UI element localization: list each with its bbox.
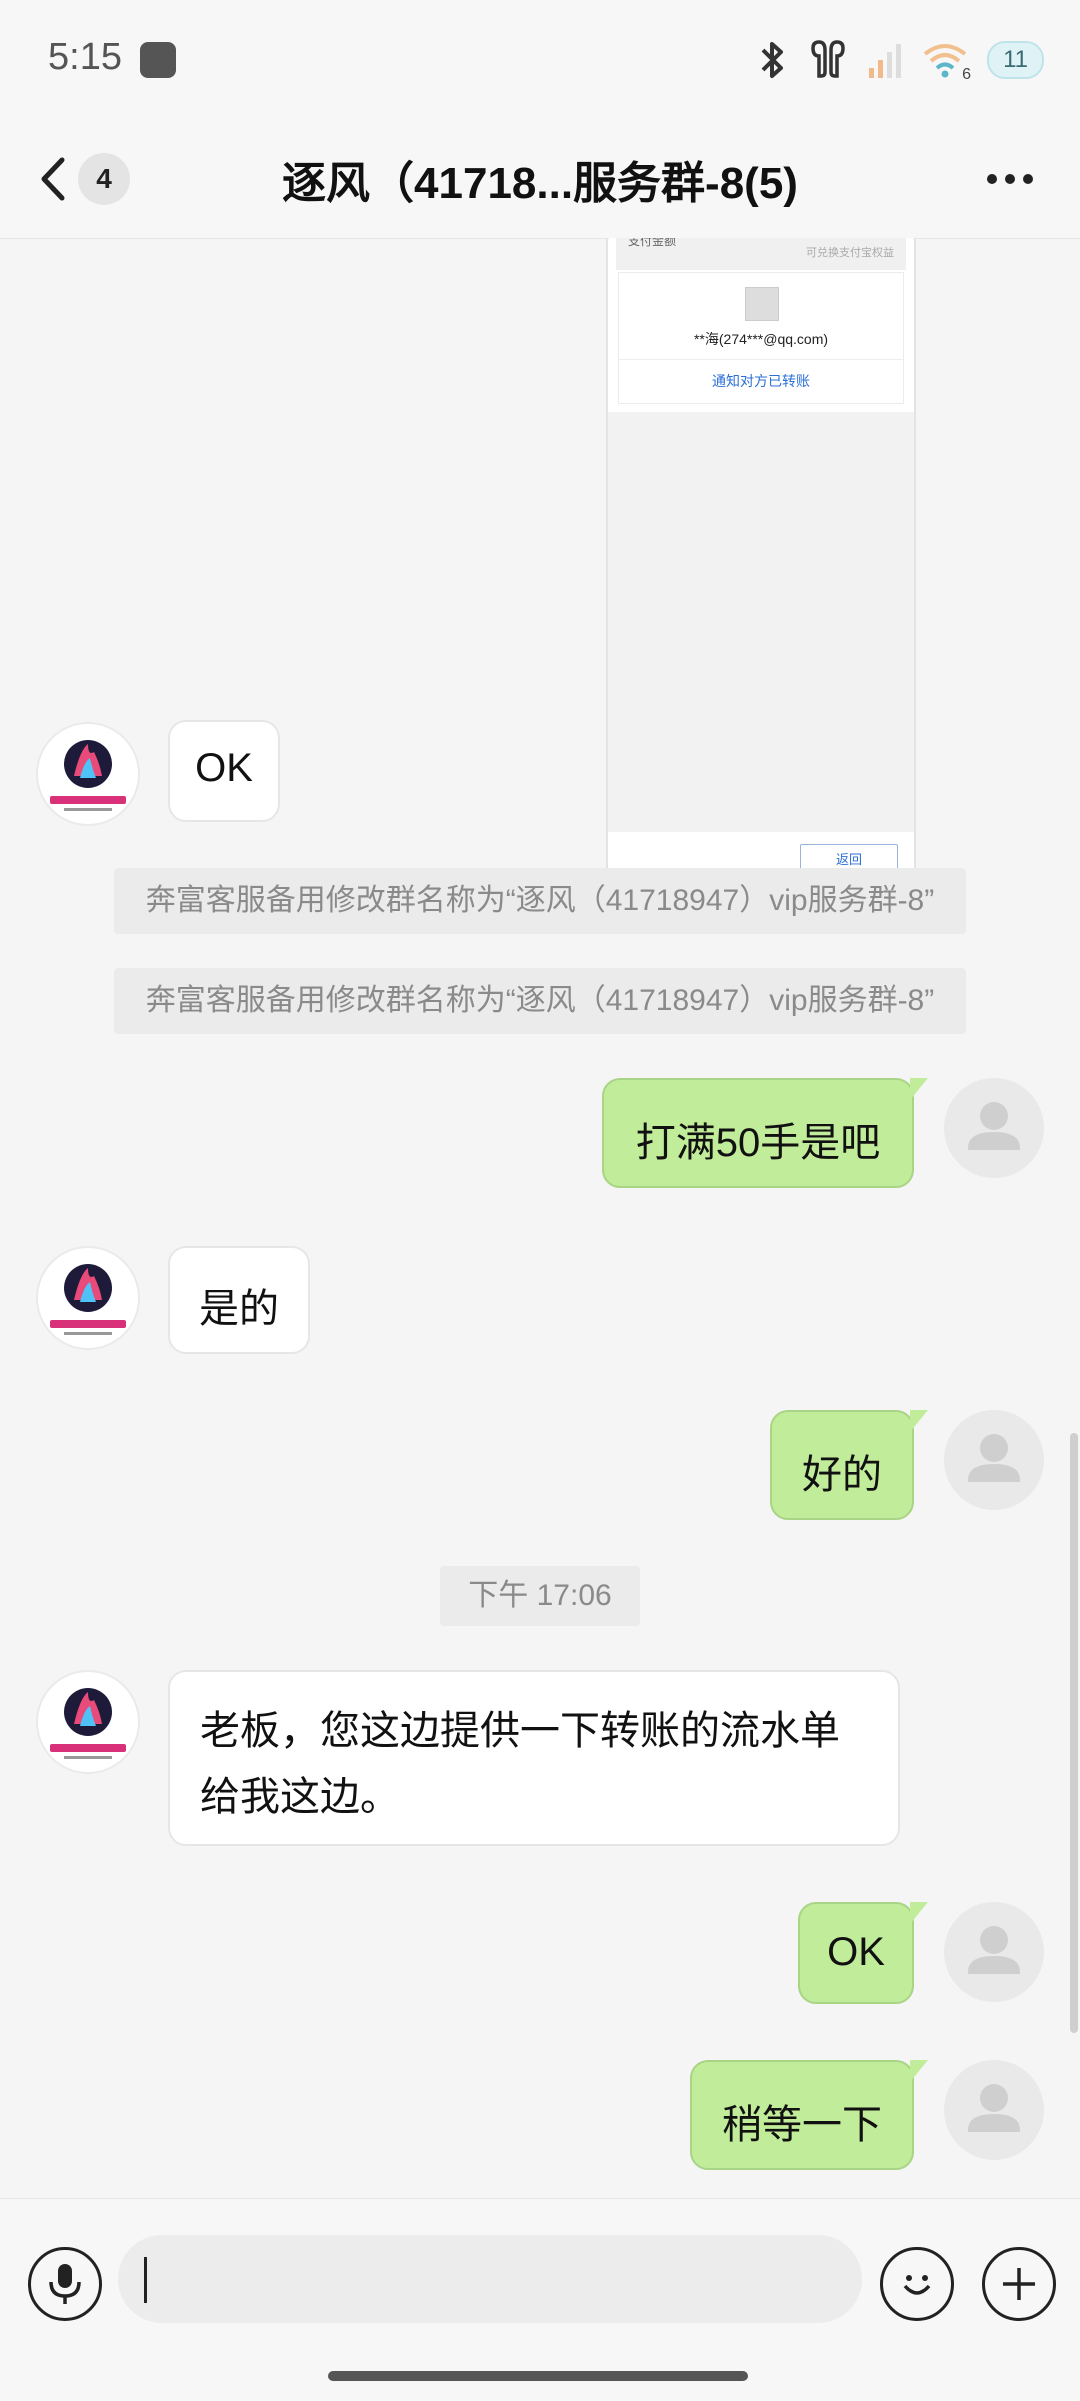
- club-logo-icon: [50, 740, 126, 811]
- image-top-left-text: 支付金额: [628, 238, 677, 248]
- home-indicator[interactable]: [328, 2371, 748, 2381]
- more-options-button[interactable]: [980, 154, 1040, 204]
- microphone-icon: [49, 2264, 81, 2304]
- image-top-section: 支付金额 可兑换支付宝权益: [616, 238, 906, 270]
- message-bubble[interactable]: OK: [798, 1902, 928, 2004]
- status-icons: 6 11: [755, 34, 1044, 86]
- avatar[interactable]: [36, 1670, 140, 1774]
- message-text: 是的: [199, 1287, 279, 1331]
- message-bubble[interactable]: 好的: [770, 1410, 928, 1520]
- message-bubble[interactable]: 老板，您这边提供一下转账的流水单给我这边。: [168, 1670, 900, 1846]
- message-bubble[interactable]: 是的: [168, 1246, 310, 1354]
- message-input[interactable]: [118, 2235, 862, 2323]
- user-avatar-icon: [968, 2084, 1020, 2132]
- avatar[interactable]: [944, 1902, 1044, 2002]
- avatar[interactable]: [36, 722, 140, 826]
- input-bar: [0, 2198, 1080, 2401]
- add-button[interactable]: [982, 2247, 1056, 2321]
- message-text: 老板，您这边提供一下转账的流水单给我这边。: [200, 1709, 840, 1819]
- message-text: 稍等一下: [722, 2103, 882, 2147]
- earbuds-icon: [811, 40, 845, 78]
- signal-icon: [869, 44, 902, 78]
- image-transfer-card: **海(274***@qq.com) 通知对方已转账: [618, 272, 904, 404]
- image-email-text: **海(274***@qq.com): [693, 331, 829, 347]
- chat-title: 逐风（41718...服务群-8(5): [282, 159, 798, 208]
- message-bubble[interactable]: OK: [168, 720, 280, 822]
- system-notice: 奔富客服备用修改群名称为“逐风（41718947）vip服务群-8”: [114, 868, 966, 934]
- plus-icon: [1003, 2268, 1035, 2300]
- message-text: 好的: [802, 1453, 882, 1497]
- image-divider: [619, 359, 903, 360]
- user-avatar-icon: [968, 1102, 1020, 1150]
- chat-header: 4 逐风（41718...服务群-8(5): [0, 120, 1080, 239]
- chat-message-list[interactable]: 支付金额 可兑换支付宝权益 **海(274***@qq.com) 通知对方已转账…: [0, 238, 1080, 2198]
- back-arrow-icon: [41, 157, 65, 201]
- message-bubble[interactable]: 打满50手是吧: [602, 1078, 928, 1188]
- network-label: 6: [962, 66, 972, 83]
- image-gray-area: [608, 412, 914, 832]
- user-avatar-icon: [968, 1434, 1020, 1482]
- image-top-right-text: 可兑换支付宝权益: [806, 247, 894, 259]
- image-message[interactable]: 支付金额 可兑换支付宝权益 **海(274***@qq.com) 通知对方已转账…: [606, 238, 916, 902]
- wifi-icon: 6: [921, 40, 971, 83]
- text-caret: [144, 2257, 147, 2303]
- message-text: OK: [827, 1930, 885, 1974]
- message-text: OK: [195, 746, 253, 790]
- battery-indicator: 11: [987, 41, 1044, 79]
- user-avatar-icon: [968, 1926, 1020, 1974]
- message-bubble[interactable]: 稍等一下: [690, 2060, 928, 2170]
- message-text: 打满50手是吧: [635, 1121, 881, 1165]
- bluetooth-icon: [761, 42, 784, 78]
- club-logo-icon: [50, 1264, 126, 1335]
- avatar[interactable]: [36, 1246, 140, 1350]
- more-dots-icon: [987, 174, 1033, 184]
- emoji-icon: [903, 2275, 931, 2295]
- image-thumbnail: [745, 287, 779, 321]
- avatar[interactable]: [944, 1078, 1044, 1178]
- status-bar: 5:15 6 11: [0, 0, 1080, 120]
- voice-button[interactable]: [28, 2247, 102, 2321]
- avatar[interactable]: [944, 1410, 1044, 1510]
- image-notify-link: 通知对方已转账: [712, 373, 810, 389]
- time-separator: 下午 17:06: [440, 1566, 640, 1626]
- avatar[interactable]: [944, 2060, 1044, 2160]
- system-notice: 奔富客服备用修改群名称为“逐风（41718947）vip服务群-8”: [114, 968, 966, 1034]
- emoji-button[interactable]: [880, 2247, 954, 2321]
- back-button[interactable]: 4: [36, 146, 136, 212]
- status-time: 5:15: [48, 36, 122, 78]
- club-logo-icon: [50, 1688, 126, 1759]
- scrollbar[interactable]: [1070, 1433, 1078, 2033]
- unread-count-badge: 4: [78, 153, 130, 205]
- app-notification-icon: [140, 42, 176, 78]
